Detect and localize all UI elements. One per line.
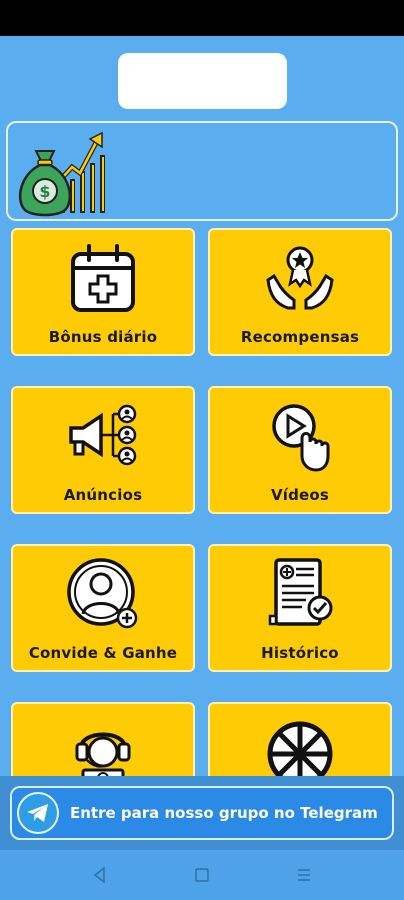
rewards-tile[interactable]: Recompensas: [208, 228, 392, 356]
megaphone-icon: [69, 404, 137, 466]
telegram-icon: [17, 792, 59, 834]
home-icon[interactable]: [192, 865, 212, 885]
calendar-plus-icon: [71, 244, 135, 312]
daily-bonus-tile[interactable]: Bônus diário: [11, 228, 195, 356]
back-icon[interactable]: [90, 865, 110, 885]
recents-icon[interactable]: [294, 865, 314, 885]
video-tap-icon: [272, 404, 330, 472]
history-label: Histórico: [261, 644, 339, 662]
telegram-label: Entre para nosso grupo no Telegram: [70, 804, 378, 822]
banner: $: [6, 121, 398, 221]
user-add-icon: [67, 558, 138, 629]
invite-label: Convide & Ganhe: [28, 644, 178, 662]
daily-bonus-label: Bônus diário: [48, 328, 158, 346]
award-hands-icon: [266, 246, 334, 310]
history-tile[interactable]: Histórico: [208, 544, 392, 672]
status-bar: [0, 0, 404, 36]
videos-label: Vídeos: [270, 486, 330, 504]
header-card: [118, 53, 287, 109]
svg-text:$: $: [39, 182, 50, 201]
videos-tile[interactable]: Vídeos: [208, 386, 392, 514]
ads-tile[interactable]: Anúncios: [11, 386, 195, 514]
telegram-area: Entre para nosso grupo no Telegram: [0, 776, 404, 850]
telegram-button[interactable]: Entre para nosso grupo no Telegram: [10, 786, 394, 840]
invite-tile[interactable]: Convide & Ganhe: [11, 544, 195, 672]
document-check-icon: [268, 558, 333, 626]
ads-label: Anúncios: [63, 486, 143, 504]
navigation-bar: [0, 850, 404, 900]
rewards-label: Recompensas: [240, 328, 360, 346]
money-growth-icon: $: [19, 131, 105, 217]
